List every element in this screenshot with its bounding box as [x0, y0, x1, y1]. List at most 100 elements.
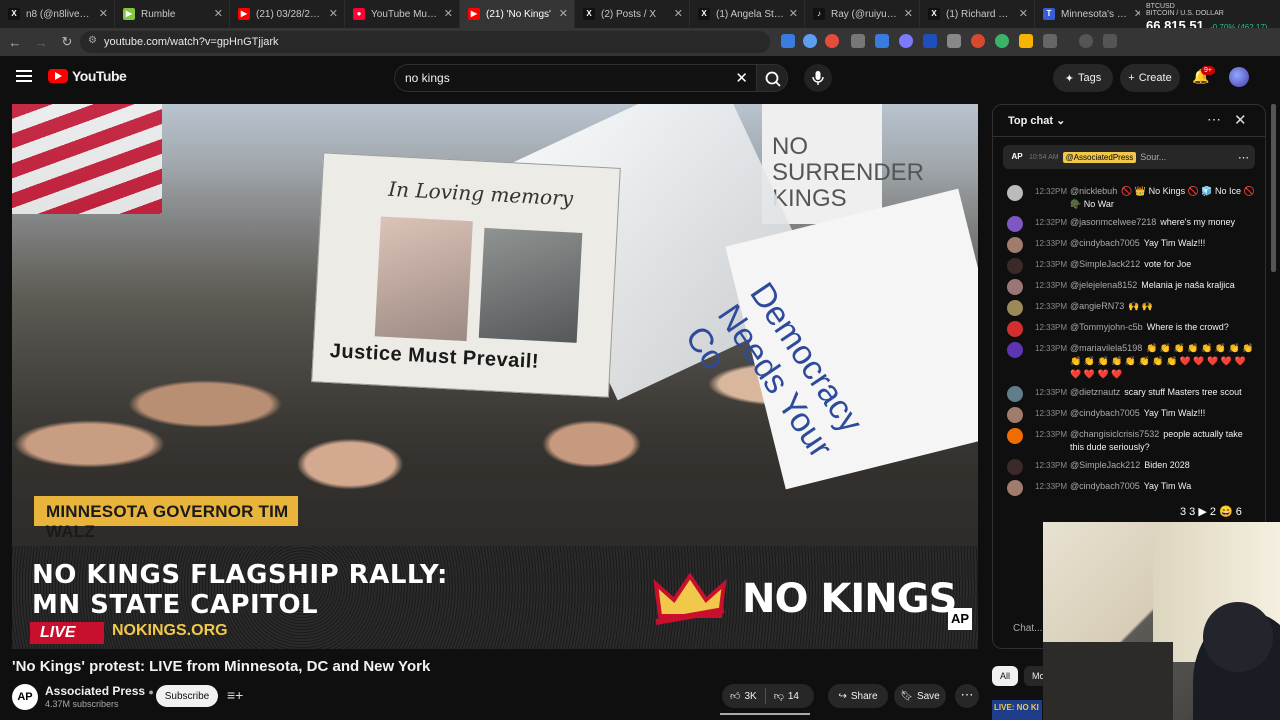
close-tab-icon[interactable]: ✕ [674, 7, 683, 20]
channel-avatar[interactable]: AP [12, 684, 38, 710]
chat-message[interactable]: 12:33PM @cindybach7005 Yay Tim Wa [993, 480, 1265, 496]
clear-search-icon[interactable]: ✕ [735, 69, 748, 87]
browser-tab[interactable]: X (1) Richard Spenc ✕ [920, 0, 1035, 28]
extension-icon[interactable] [899, 34, 913, 48]
chat-time: 12:33PM [1035, 260, 1068, 269]
add-to-playlist-icon[interactable]: ≡+ [227, 687, 243, 703]
extension-icon[interactable] [875, 34, 889, 48]
close-tab-icon[interactable]: ✕ [99, 7, 108, 20]
subscribe-button[interactable]: Subscribe [156, 685, 218, 707]
chat-message-list[interactable]: 12:32PM @nicklebuh 🚫 👑 No Kings 🚫 🧊 No Ice… [993, 185, 1265, 501]
browser-tab[interactable]: ▶ (21) 'No Kings' ✕ [460, 0, 575, 28]
chat-message[interactable]: 12:33PM @Tommyjohn-c5b Where is the crowd? [993, 321, 1265, 337]
menu-icon[interactable] [16, 70, 32, 82]
forward-button[interactable]: → [30, 31, 52, 53]
extensions-puzzle-icon[interactable] [1043, 34, 1057, 48]
chat-message[interactable]: 12:33PM @SimpleJack212 vote for Joe [993, 258, 1265, 274]
chat-time: 12:32PM [1035, 218, 1068, 227]
chat-more-icon[interactable]: ⋯ [1207, 111, 1221, 128]
close-tab-icon[interactable]: ✕ [1019, 7, 1028, 20]
chat-message[interactable]: 12:33PM @dietznautz scary stuff Masters tr… [993, 386, 1265, 402]
browser-tab[interactable]: ▶ (21) 03/28/26 - N ✕ [230, 0, 345, 28]
chevron-down-icon: ⌄ [1056, 115, 1066, 127]
close-tab-icon[interactable]: ✕ [329, 7, 338, 20]
more-actions-button[interactable]: ⋯ [955, 684, 979, 708]
sign-justice-text: Justice Must Prevail! [329, 339, 540, 373]
close-tab-icon[interactable]: ✕ [789, 7, 798, 20]
chat-avatar [1007, 300, 1023, 316]
close-chat-icon[interactable]: ✕ [1234, 111, 1247, 129]
address-bar[interactable]: ⚙ youtube.com/watch?v=gpHnGTjjark [80, 31, 770, 53]
chat-message[interactable]: 12:33PM @cindybach7005 Yay Tim Walz!!! [993, 237, 1265, 253]
thumbs-up-icon: 👍︎ [730, 691, 741, 702]
extension-icon[interactable] [923, 34, 937, 48]
tags-button[interactable]: ✦ Tags [1053, 64, 1113, 92]
chat-message[interactable]: 12:32PM @nicklebuh 🚫 👑 No Kings 🚫 🧊 No Ice… [993, 185, 1265, 211]
share-button[interactable]: ↪ Share [828, 684, 888, 708]
browser-tab[interactable]: ▶ Rumble ✕ [115, 0, 230, 28]
extension-icon[interactable] [995, 34, 1009, 48]
tab-title: n8 (@n8livenow) / [26, 8, 94, 20]
tags-label: Tags [1077, 72, 1102, 84]
close-tab-icon[interactable]: ✕ [904, 7, 913, 20]
like-button[interactable]: 👍︎ 3K [722, 690, 765, 703]
browser-tab[interactable]: X (1) Angela Stanton ✕ [690, 0, 805, 28]
dislike-button[interactable]: 👎︎ 14 [766, 690, 807, 703]
close-tab-icon[interactable]: ✕ [559, 7, 568, 20]
chat-scrollbar[interactable] [1271, 104, 1276, 272]
chat-message[interactable]: 12:33PM @jelejelena8152 Melania je naša kr… [993, 279, 1265, 295]
browser-tab[interactable]: X (2) Posts / X ✕ [575, 0, 690, 28]
browser-tab[interactable]: TMinnesota's Rebel✕ [1035, 0, 1150, 28]
channel-name[interactable]: Associated Press ● [45, 684, 154, 698]
chat-message[interactable]: 12:33PM @cindybach7005 Yay Tim Walz!!! [993, 407, 1265, 423]
voice-search-button[interactable] [804, 64, 832, 92]
chat-message[interactable]: 12:32PM @jasonmcelwee7218 where's my money [993, 216, 1265, 232]
chat-author: @Tommyjohn-c5b [1070, 322, 1143, 332]
video-title: 'No Kings' protest: LIVE from Minnesota,… [12, 658, 431, 675]
logo-wordmark: YouTube [72, 68, 127, 84]
extension-icon[interactable] [781, 34, 795, 48]
chat-text: Yay Tim Walz!!! [1143, 408, 1206, 418]
back-button[interactable]: ← [4, 31, 26, 53]
youtube-logo[interactable]: YouTube [48, 68, 127, 84]
chat-message[interactable]: 12:33PM @changisiclcrisis7532 people actua… [993, 428, 1265, 454]
filter-chip[interactable]: All [992, 666, 1019, 686]
browser-tab[interactable]: ♪ Ray (@ruiyu5980) ✕ [805, 0, 920, 28]
search-button[interactable] [756, 64, 788, 92]
browser-tab[interactable]: ● YouTube Music ✕ [345, 0, 460, 28]
chat-avatar [1007, 386, 1023, 402]
account-avatar[interactable] [1229, 67, 1249, 87]
close-tab-icon[interactable]: ✕ [214, 7, 223, 20]
chat-message[interactable]: 12:33PM @angieRN73 🙌 🙌 [993, 300, 1265, 316]
extension-icon[interactable] [851, 34, 865, 48]
pinned-message[interactable]: AP 10:54 AM @AssociatedPress Sour... ⋯ [1003, 145, 1255, 169]
chat-input[interactable]: Chat... [1013, 623, 1042, 634]
video-player[interactable]: NO SURRENDER KINGS In Loving memory Just… [12, 104, 978, 649]
extension-icon[interactable] [1103, 34, 1117, 48]
reload-button[interactable]: ↻ [56, 31, 78, 53]
chat-author: @SimpleJack212 [1070, 259, 1141, 269]
search-input[interactable]: no kings ✕ [394, 64, 756, 92]
history-icon[interactable] [1079, 34, 1093, 48]
create-button[interactable]: + Create [1120, 64, 1180, 92]
related-video-thumbnail[interactable]: LIVE: NO KI [992, 700, 1042, 720]
close-tab-icon[interactable]: ✕ [444, 7, 453, 20]
save-label: Save [916, 690, 940, 702]
chat-message[interactable]: 12:33PM @mariavilela5198 👏 👏 👏 👏 👏 👏 👏 👏 👏… [993, 342, 1265, 381]
pinned-more-icon[interactable]: ⋯ [1238, 151, 1249, 164]
chat-avatar [1007, 279, 1023, 295]
save-button[interactable]: 🔖︎ Save [894, 684, 946, 708]
browser-tab[interactable]: Xn8 (@n8livenow) / ✕ [0, 0, 115, 28]
rally-title: NO KINGS FLAGSHIP RALLY: MN STATE CAPITO… [32, 560, 448, 620]
extension-icon[interactable] [803, 34, 817, 48]
chat-time: 12:33PM [1035, 323, 1068, 332]
extension-icon[interactable] [825, 34, 839, 48]
chat-time: 12:33PM [1035, 239, 1068, 248]
chat-time: 12:33PM [1035, 388, 1068, 397]
chat-mode-dropdown[interactable]: Top chat ⌄ [1008, 114, 1065, 127]
chat-author: @changisiclcrisis7532 [1070, 429, 1160, 439]
extension-icon[interactable] [947, 34, 961, 48]
extension-icon[interactable] [1019, 34, 1033, 48]
chat-message[interactable]: 12:33PM @SimpleJack212 Biden 2028 [993, 459, 1265, 475]
extension-icon[interactable] [971, 34, 985, 48]
